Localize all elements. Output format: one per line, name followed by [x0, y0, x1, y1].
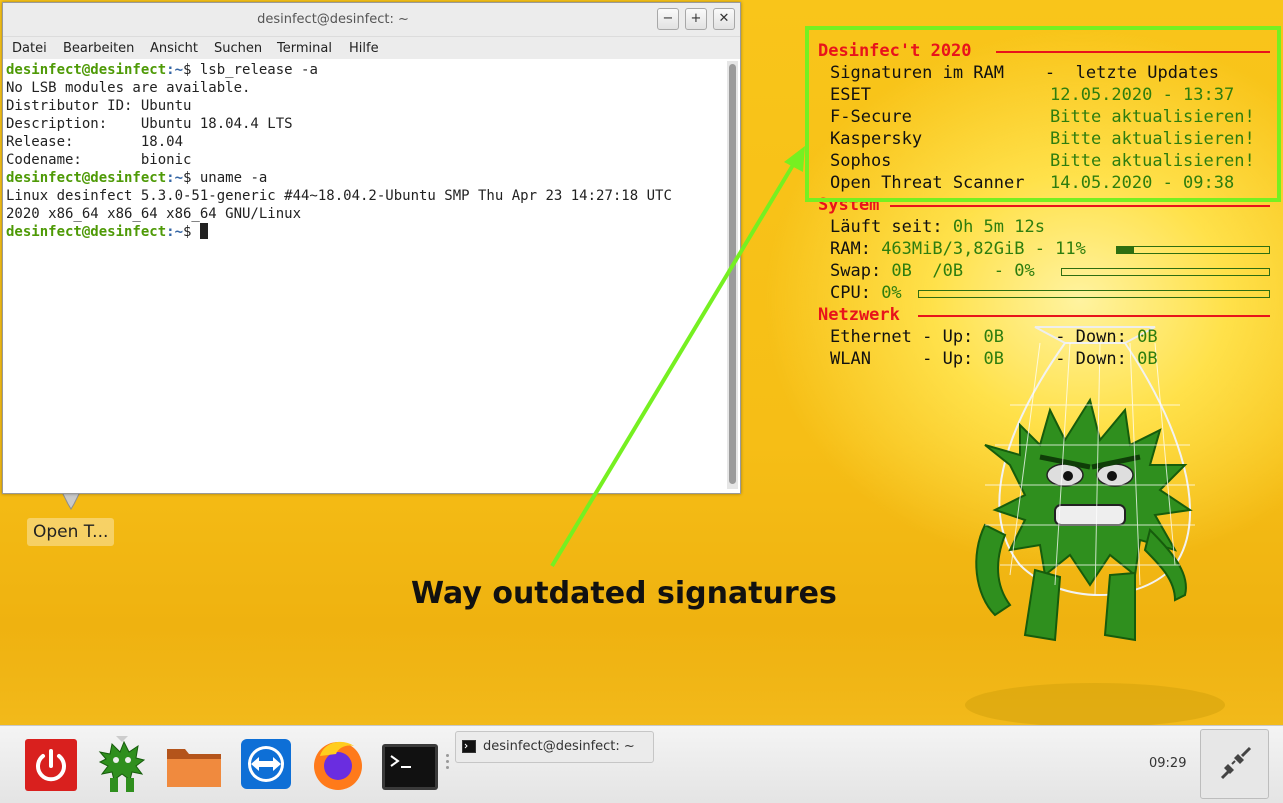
network-button[interactable]	[1200, 729, 1269, 799]
clock[interactable]: 09:29	[1149, 756, 1186, 771]
taskbar-window-label: desinfect@desinfect: ~	[483, 739, 635, 754]
annotation-text: Way outdated signatures	[411, 576, 837, 611]
taskbar-window-button[interactable]: desinfect@desinfect: ~	[455, 731, 654, 763]
network-disconnected-icon	[1220, 746, 1252, 780]
taskbar-separator	[446, 754, 450, 774]
terminal-small-icon	[462, 740, 476, 753]
power-icon[interactable]	[25, 739, 77, 791]
firefox-icon[interactable]	[310, 736, 366, 792]
teamviewer-icon[interactable]	[241, 739, 291, 789]
terminal-icon[interactable]	[382, 744, 438, 790]
taskbar: desinfect@desinfect: ~ 09:29	[0, 725, 1283, 803]
folder-icon[interactable]	[165, 739, 223, 791]
annotation-arrow	[550, 146, 805, 568]
desinfect-mascot-icon[interactable]	[96, 734, 148, 794]
